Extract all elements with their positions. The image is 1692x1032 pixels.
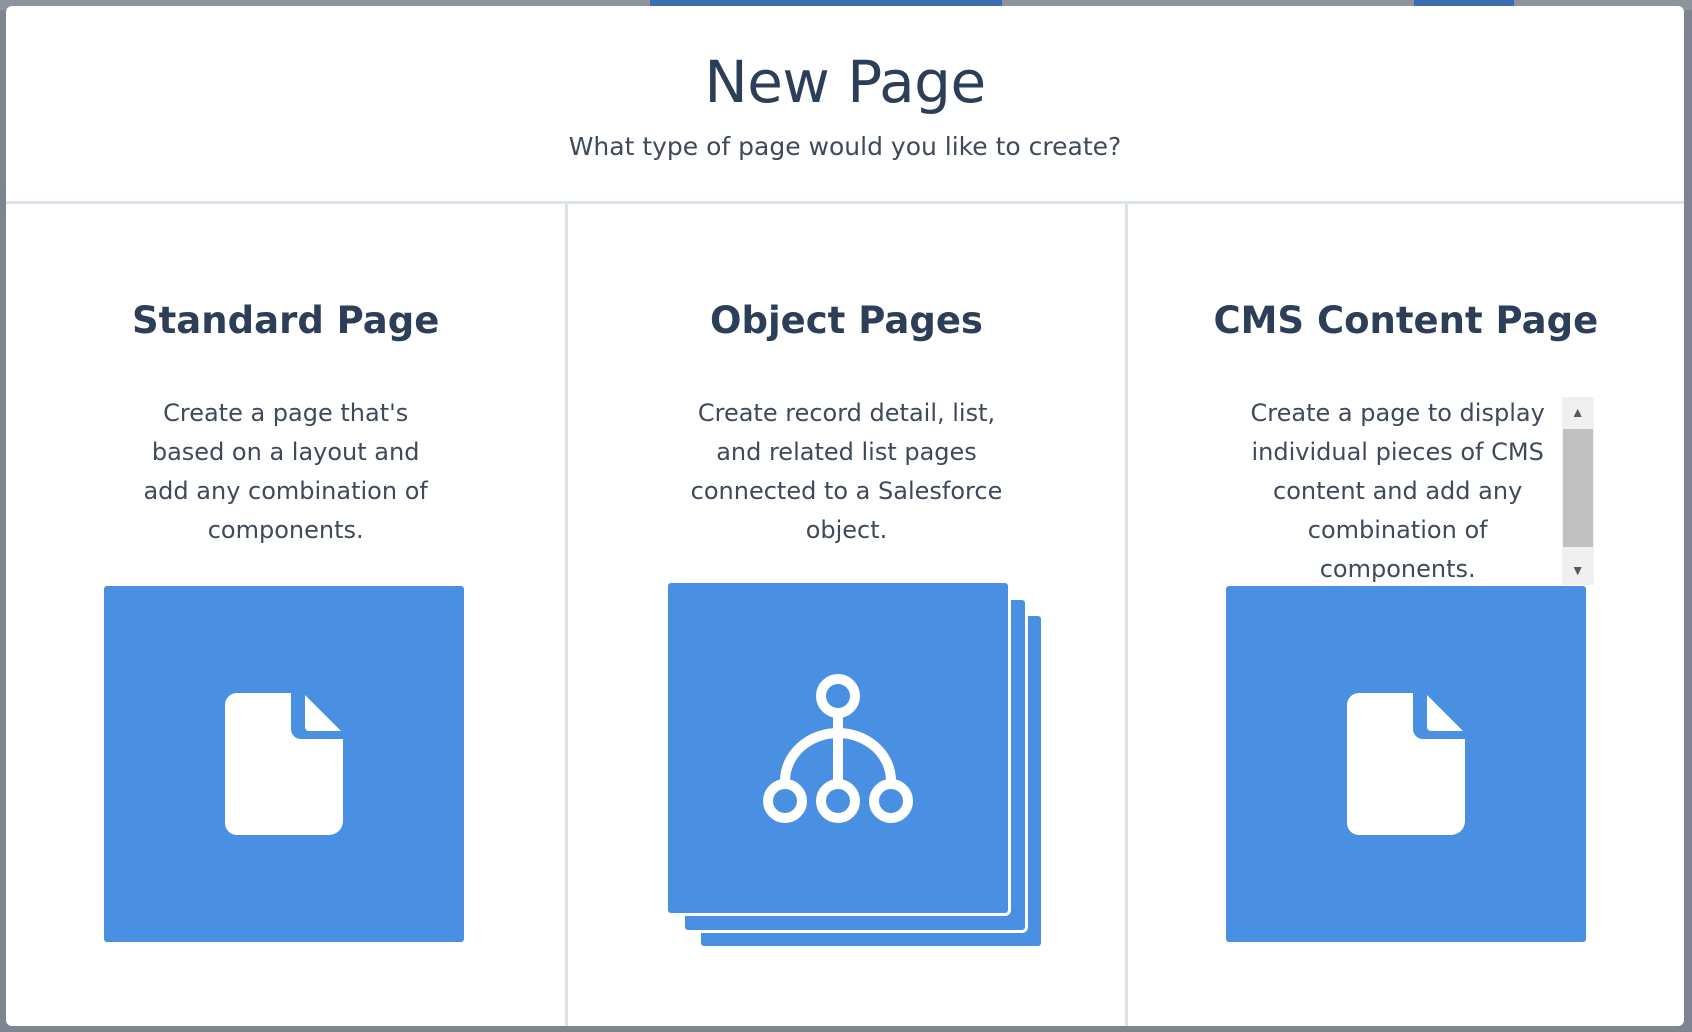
scrollbar-thumb[interactable] [1562,429,1593,547]
scroll-up-arrow-icon[interactable]: ▲ [1562,397,1594,427]
modal-title: New Page [704,48,986,116]
option-description: Create record detail, list, and related … [690,399,1003,544]
option-object-pages: Object Pages Create record detail, list,… [565,204,1124,1026]
option-cms-content-page: CMS Content Page Create a page to displa… [1124,204,1684,1026]
description-scroll-area[interactable]: Create a page to display individual piec… [1238,394,1558,584]
page-icon [1346,693,1465,835]
page-icon [225,693,343,835]
option-description: Create a page that's based on a layout a… [143,399,428,544]
new-page-modal: New Page What type of page would you lik… [6,6,1684,1026]
option-title: Object Pages [710,299,983,342]
scroll-down-arrow-icon[interactable]: ▼ [1562,555,1594,585]
object-pages-tile[interactable] [668,583,1009,913]
modal-subtitle: What type of page would you like to crea… [568,132,1122,161]
option-description: Create a page to display individual piec… [1250,399,1545,583]
option-title: Standard Page [131,299,440,342]
modal-header: New Page What type of page would you lik… [6,6,1684,204]
standard-page-tile[interactable] [104,586,464,942]
cms-content-page-tile[interactable] [1225,586,1586,942]
page-type-options: Standard Page Create a page that's based… [6,204,1684,1026]
hierarchy-icon [763,674,914,823]
scrollbar[interactable]: ▲ ▼ [1561,397,1594,585]
option-title: CMS Content Page [1213,299,1599,342]
option-standard-page: Standard Page Create a page that's based… [6,204,565,1026]
